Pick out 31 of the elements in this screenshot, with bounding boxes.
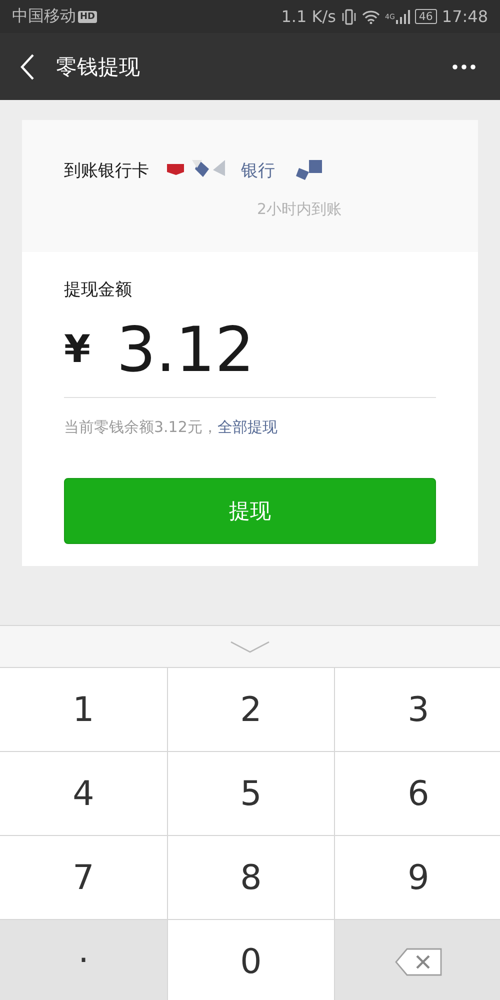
clock-time: 17:48 [442,7,488,26]
amount-label: 提现金额 [64,279,133,301]
number-key[interactable]: 7 [0,836,167,919]
network-speed: 1.1 K/s [281,7,336,26]
arrival-time: 2小时内到账 [257,200,343,219]
bank-card-label: 到账银行卡 [64,160,149,182]
wifi-icon [362,10,380,24]
number-key[interactable]: 2 [168,668,334,751]
currency-symbol: ¥ [64,327,90,371]
page-title: 零钱提现 [56,54,141,80]
number-key[interactable]: 1 [0,668,167,751]
bank-name: 银行 [241,160,275,182]
decimal-key[interactable]: . [0,920,167,1000]
number-key[interactable]: 8 [168,836,334,919]
signal-icon [396,10,410,24]
carrier-name: 中国移动 [12,6,76,27]
withdraw-all-link[interactable]: 全部提现 [217,418,278,436]
number-key[interactable]: 9 [335,836,500,919]
balance-text: 当前零钱余额3.12元，全部提现 [64,418,278,437]
backspace-icon [394,948,442,976]
back-button[interactable] [18,52,36,80]
number-key[interactable]: 4 [0,752,167,835]
more-button[interactable] [452,64,476,70]
number-key[interactable]: 0 [168,920,334,1000]
number-key[interactable]: 3 [335,668,500,751]
hd-badge: HD [78,10,98,22]
number-key[interactable]: 5 [168,752,334,835]
vibrate-icon [341,8,357,24]
amount-value: 3.12 [116,312,254,386]
battery-level: 46 [414,9,437,24]
number-key[interactable]: 6 [335,752,500,835]
